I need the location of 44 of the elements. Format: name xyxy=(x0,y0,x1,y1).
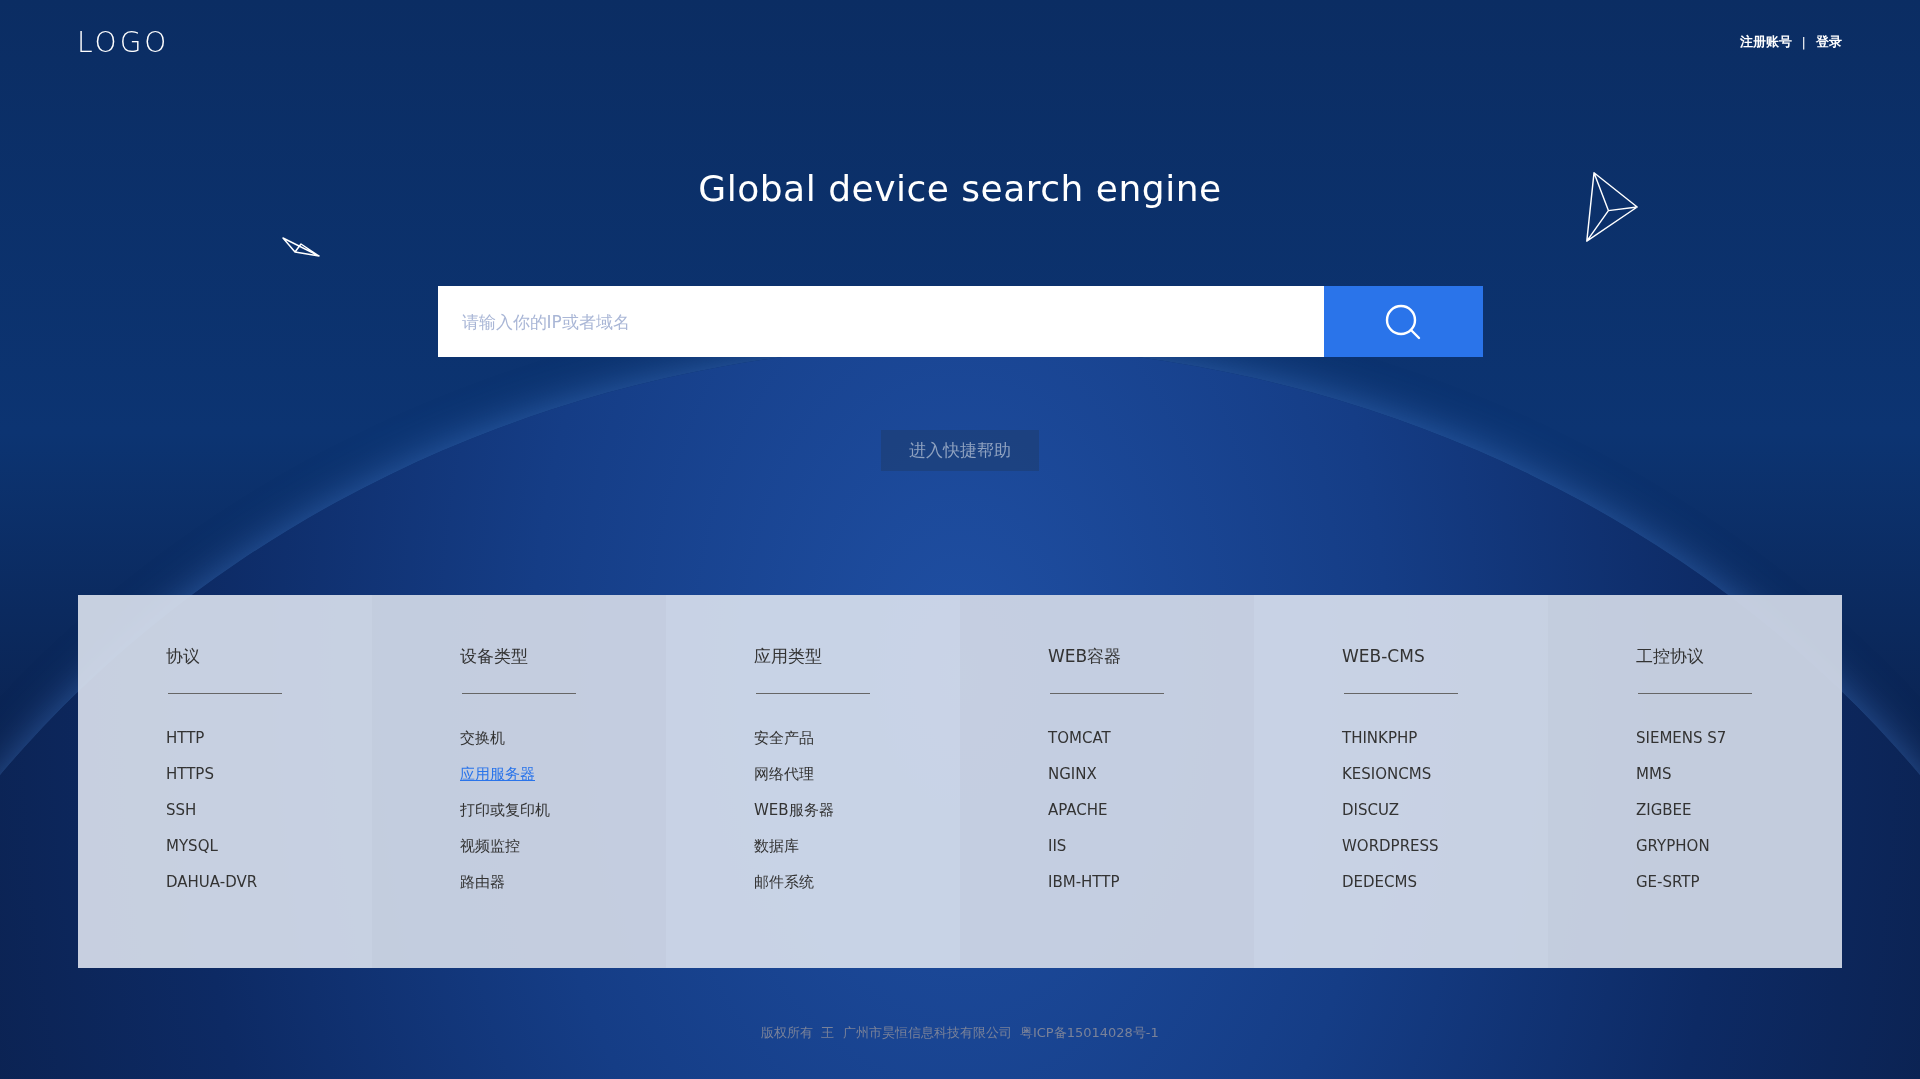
category-title: 协议 xyxy=(166,645,200,667)
category-title: WEB-CMS xyxy=(1342,645,1425,667)
header-link[interactable]: 登录 xyxy=(1816,33,1842,51)
category-link[interactable]: ZIGBEE xyxy=(1636,800,1692,820)
category-link[interactable]: IBM-HTTP xyxy=(1048,872,1120,892)
category-link[interactable]: SSH xyxy=(166,800,197,820)
category-title: 应用类型 xyxy=(754,645,822,667)
logo: LOGO xyxy=(77,25,170,59)
category-link[interactable]: 打印或复印机 xyxy=(460,800,550,820)
category-link[interactable]: WEB服务器 xyxy=(754,800,834,820)
category-link[interactable]: MMS xyxy=(1636,764,1672,784)
help-button[interactable]: 进入快捷帮助 xyxy=(881,430,1039,471)
category-link[interactable]: GRYPHON xyxy=(1636,836,1710,856)
category-link[interactable]: MYSQL xyxy=(166,836,218,856)
category-link[interactable]: 数据库 xyxy=(754,836,799,856)
separator: | xyxy=(1801,34,1806,50)
page-title: Global device search engine xyxy=(698,168,1222,209)
category-link[interactable]: DISCUZ xyxy=(1342,800,1399,820)
category-link[interactable]: THINKPHP xyxy=(1342,728,1418,748)
category-link[interactable]: NGINX xyxy=(1048,764,1097,784)
header-link[interactable]: 注册账号 xyxy=(1739,33,1792,51)
category-title: 设备类型 xyxy=(460,645,528,667)
category-link[interactable]: 视频监控 xyxy=(460,836,520,856)
category-link[interactable]: GE-SRTP xyxy=(1636,872,1700,892)
category-link[interactable]: DEDECMS xyxy=(1342,872,1417,892)
category-link[interactable]: 交换机 xyxy=(460,728,505,748)
search-field[interactable]: 请输入你的IP或者域名 xyxy=(437,286,1324,357)
category-link[interactable]: 网络代理 xyxy=(754,764,814,784)
category-link[interactable]: HTTPS xyxy=(166,764,214,784)
category-link[interactable]: 路由器 xyxy=(460,872,505,892)
category-link[interactable]: APACHE xyxy=(1048,800,1108,820)
search-button[interactable] xyxy=(1323,286,1483,357)
footer-text: 版权所有 王 广州市昊恒信息科技有限公司 粤ICP备15014028号-1 xyxy=(760,1024,1160,1042)
category-link[interactable]: IIS xyxy=(1048,836,1067,856)
category-title: WEB容器 xyxy=(1048,645,1122,667)
category-link[interactable]: WORDPRESS xyxy=(1342,836,1439,856)
category-link[interactable]: TOMCAT xyxy=(1048,728,1111,748)
category-title: 工控协议 xyxy=(1636,645,1704,667)
category-link[interactable]: DAHUA-DVR xyxy=(166,872,258,892)
category-link[interactable]: KESIONCMS xyxy=(1342,764,1432,784)
category-link[interactable]: HTTP xyxy=(166,728,205,748)
category-link[interactable]: 邮件系统 xyxy=(754,872,814,892)
category-link[interactable]: 安全产品 xyxy=(754,728,814,748)
category-link[interactable]: SIEMENS S7 xyxy=(1636,728,1727,748)
